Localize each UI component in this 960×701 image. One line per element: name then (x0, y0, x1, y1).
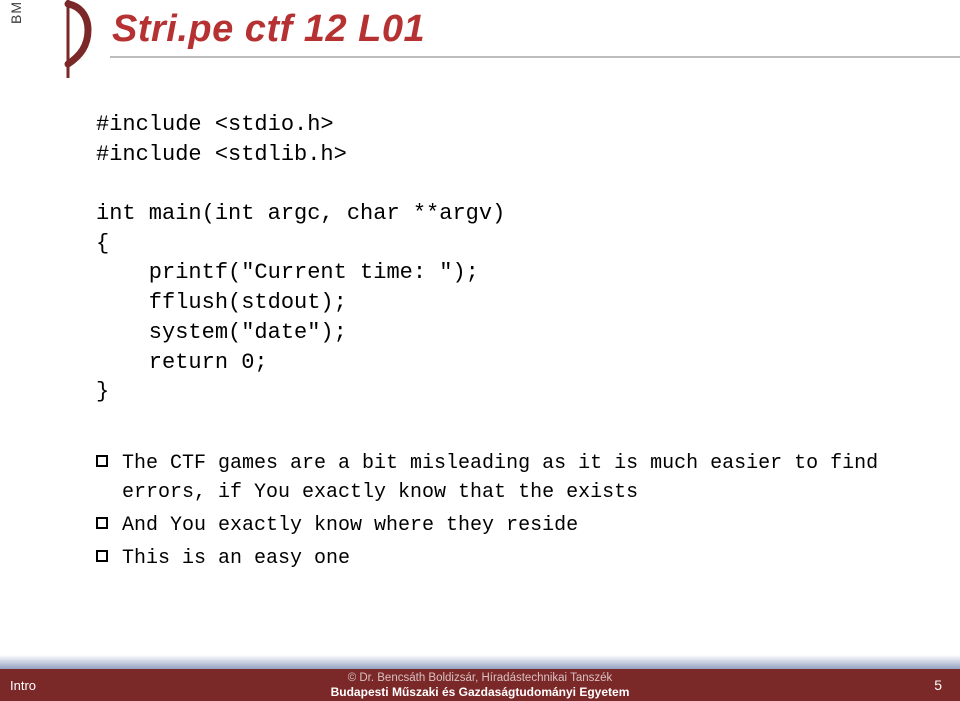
footer-gradient (0, 655, 960, 669)
bullet-square-icon (96, 455, 108, 467)
code-block: #include <stdio.h> #include <stdlib.h> i… (96, 110, 912, 407)
list-item: And You exactly know where they reside (96, 511, 912, 540)
page-number: 5 (934, 677, 942, 693)
code-line: printf("Current time: "); (96, 260, 479, 285)
bullet-list: The CTF games are a bit misleading as it… (96, 449, 912, 573)
code-line: return 0; (96, 350, 268, 375)
title-underline (110, 56, 960, 58)
code-line: #include <stdio.h> (96, 112, 334, 137)
footer-bar: Intro © Dr. Bencsáth Boldizsár, Híradást… (0, 669, 960, 701)
bullet-text: This is an easy one (122, 544, 912, 573)
slide-footer: Intro © Dr. Bencsáth Boldizsár, Híradást… (0, 655, 960, 701)
footer-institution-line: Budapesti Műszaki és Gazdaságtudományi E… (0, 685, 960, 700)
slide-title: Stri.pe ctf 12 L01 (112, 8, 425, 51)
code-line: int main(int argc, char **argv) (96, 201, 505, 226)
footer-author-line: © Dr. Bencsáth Boldizsár, Híradástechnik… (0, 671, 960, 685)
code-line: fflush(stdout); (96, 290, 347, 315)
slide-header: BME Stri.pe ctf 12 L01 (0, 0, 960, 80)
footer-credits: © Dr. Bencsáth Boldizsár, Híradástechnik… (0, 671, 960, 700)
bullet-text: The CTF games are a bit misleading as it… (122, 449, 912, 507)
bullet-square-icon (96, 550, 108, 562)
code-line: system("date"); (96, 320, 347, 345)
code-line: { (96, 231, 109, 256)
bullet-text: And You exactly know where they reside (122, 511, 912, 540)
bullet-square-icon (96, 517, 108, 529)
code-line: #include <stdlib.h> (96, 142, 347, 167)
slide-content: #include <stdio.h> #include <stdlib.h> i… (96, 110, 912, 577)
bme-logo-icon (36, 0, 100, 78)
list-item: This is an easy one (96, 544, 912, 573)
list-item: The CTF games are a bit misleading as it… (96, 449, 912, 507)
code-line: } (96, 379, 109, 404)
bme-vertical-label: BME (8, 0, 24, 24)
